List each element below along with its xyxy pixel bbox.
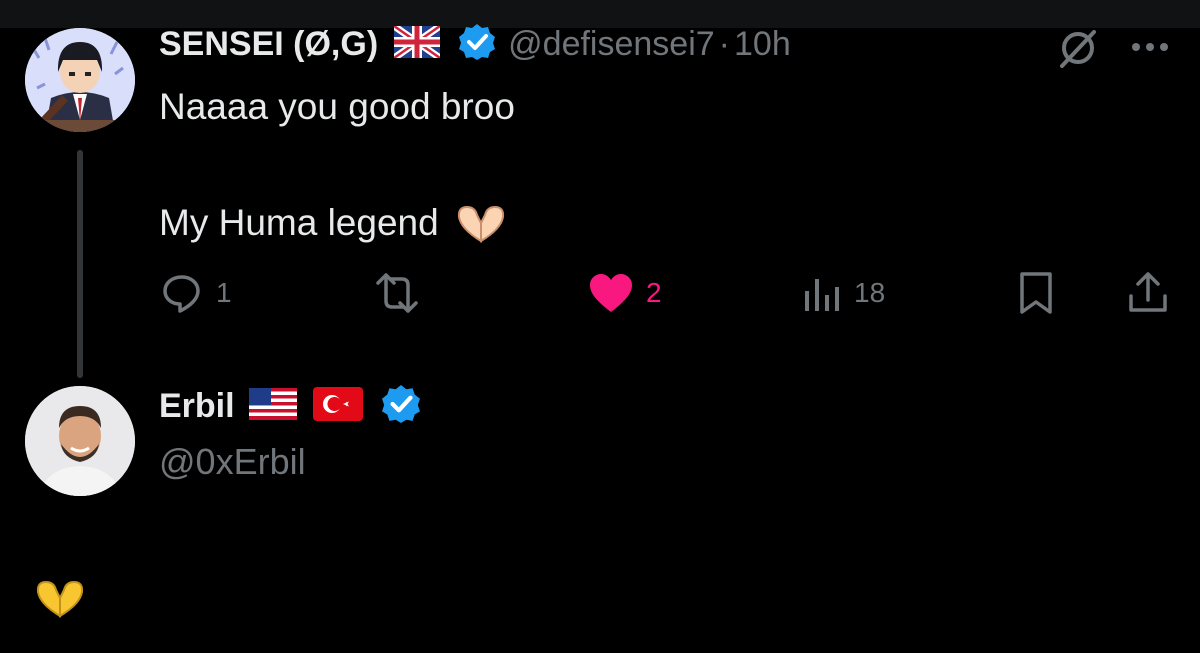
heart-hands-emoji-icon <box>30 578 90 623</box>
heart-hands-emoji-icon <box>453 203 509 243</box>
more-options-icon[interactable] <box>1130 32 1170 67</box>
share-button[interactable] <box>1126 268 1170 318</box>
reply-icon <box>163 275 200 313</box>
share-icon <box>1129 272 1167 312</box>
bookmark-icon <box>1020 272 1052 314</box>
author-name[interactable]: SENSEI (Ø,G) <box>159 25 378 64</box>
reply-author-handle[interactable]: @0xErbil <box>159 441 306 483</box>
tweet-time[interactable]: 10h <box>734 25 791 64</box>
avatar-photo <box>25 386 135 496</box>
avatar-illustration <box>25 28 135 132</box>
verified-badge-icon <box>458 23 496 66</box>
retweet-button[interactable] <box>370 268 424 318</box>
tweet-header: SENSEI (Ø,G) @defisensei7 · 10h <box>159 22 791 66</box>
us-flag-icon <box>248 387 297 425</box>
tweet-text-line-1: Naaaa you good broo <box>159 86 515 127</box>
tweet-text-line-2: My Huma legend <box>159 202 439 243</box>
verified-badge-icon <box>381 384 421 429</box>
avatar-sensei[interactable] <box>25 28 135 132</box>
author-handle[interactable]: @defisensei7 <box>508 25 715 64</box>
uk-flag-icon <box>392 22 443 63</box>
retweet-icon <box>376 273 418 313</box>
view-count: 18 <box>854 277 886 308</box>
heart-filled-icon <box>590 274 632 312</box>
separator-dot: · <box>718 24 730 63</box>
grok-icon[interactable] <box>1056 26 1100 75</box>
thread-connector-line <box>77 150 83 378</box>
like-count: 2 <box>646 277 662 308</box>
reply-author-name[interactable]: Erbil <box>159 387 235 426</box>
views-button[interactable]: 18 <box>802 268 885 318</box>
reply-button[interactable]: 1 <box>160 268 232 318</box>
tweet-text: Naaaa you good broo My Huma legend <box>159 78 515 252</box>
like-button[interactable]: 2 <box>588 268 662 318</box>
tweet-actions-bar: 1 2 18 <box>0 268 1200 318</box>
bookmark-button[interactable] <box>1016 268 1056 318</box>
reply-count: 1 <box>216 277 232 308</box>
avatar-erbil[interactable] <box>25 386 135 496</box>
views-icon <box>805 279 839 311</box>
turkey-flag-icon <box>312 386 363 426</box>
reply-author-header: Erbil <box>159 384 421 428</box>
